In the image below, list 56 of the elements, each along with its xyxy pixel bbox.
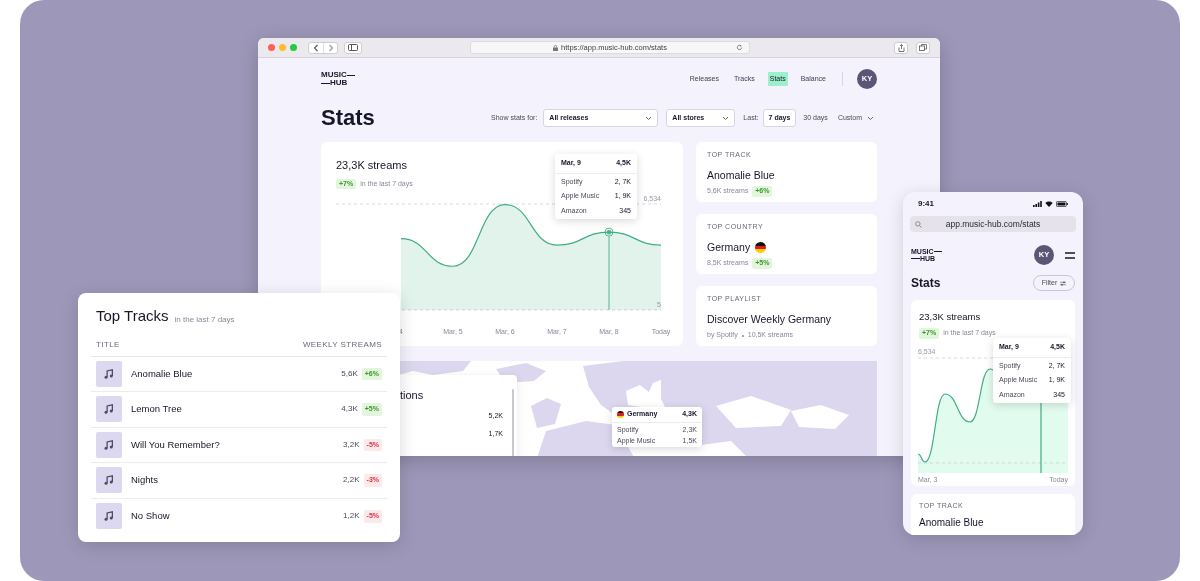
chevron-down-icon bbox=[722, 115, 730, 121]
share-button[interactable] bbox=[894, 41, 908, 54]
close-button[interactable] bbox=[268, 44, 275, 51]
track-title: Anomalie Blue bbox=[131, 366, 194, 381]
column-header: TITLE bbox=[96, 338, 120, 351]
track-title: No Show bbox=[131, 509, 171, 524]
streams-total: 23,3K streams bbox=[919, 310, 982, 324]
music-note-glyph bbox=[103, 403, 115, 416]
streams-total: 23,3K streams bbox=[336, 158, 408, 173]
lock-icon bbox=[553, 44, 559, 51]
music-note-glyph bbox=[103, 367, 115, 380]
status-time: 9:41 bbox=[918, 198, 934, 210]
flag-icon bbox=[617, 410, 624, 418]
card-title: tions bbox=[400, 388, 425, 403]
zoom-button[interactable] bbox=[290, 44, 297, 51]
sliders-icon bbox=[1060, 280, 1067, 286]
card-title: Germany bbox=[707, 239, 751, 255]
menu-icon[interactable] bbox=[1065, 251, 1075, 259]
chevron-left-icon bbox=[313, 43, 319, 52]
share-icon bbox=[897, 43, 905, 52]
music-note-glyph bbox=[103, 510, 115, 523]
chevron-right-icon bbox=[327, 43, 334, 52]
logo-text: HUB bbox=[330, 79, 348, 87]
track-title: Nights bbox=[131, 473, 159, 488]
stream-count: 3,2K bbox=[343, 438, 360, 451]
flag-icon bbox=[755, 241, 767, 253]
scrollbar[interactable] bbox=[512, 389, 514, 456]
card-title: Anomalie Blue bbox=[919, 515, 985, 530]
page-title: Stats bbox=[321, 107, 375, 129]
sidebar-icon bbox=[348, 44, 358, 51]
stream-count: 1,2K bbox=[343, 510, 360, 523]
card-title: Discover Weekly Germany bbox=[707, 311, 832, 327]
card-title: Anomalie Blue bbox=[707, 167, 775, 183]
reload-icon[interactable] bbox=[736, 44, 743, 51]
stream-count: 2,2K bbox=[343, 474, 360, 487]
sidebar-button[interactable] bbox=[344, 41, 362, 54]
stream-count: 4,3K bbox=[341, 403, 358, 416]
stream-count: 5,6K bbox=[341, 367, 358, 380]
track-title: Will You Remember? bbox=[131, 437, 221, 452]
music-note-glyph bbox=[103, 438, 115, 451]
logo-text: MUSIC bbox=[321, 71, 347, 79]
chevron-down-icon bbox=[867, 115, 874, 121]
battery-icon bbox=[1056, 201, 1068, 207]
column-header: WEEKLY STREAMS bbox=[302, 338, 382, 351]
tabs-icon bbox=[919, 44, 927, 51]
signal-icon bbox=[1033, 201, 1042, 207]
search-icon bbox=[915, 220, 922, 228]
track-title: Lemon Tree bbox=[131, 402, 183, 417]
page-title: Stats bbox=[911, 275, 941, 292]
chevron-down-icon bbox=[645, 115, 653, 121]
music-note-glyph bbox=[103, 474, 115, 487]
wifi-icon bbox=[1045, 201, 1053, 207]
period-text: in the last 7 days bbox=[174, 313, 235, 326]
tabs-button[interactable] bbox=[916, 41, 930, 54]
card-title: Top Tracks bbox=[96, 306, 169, 326]
url-field[interactable]: app.music-hub.com/stats bbox=[910, 216, 1076, 232]
